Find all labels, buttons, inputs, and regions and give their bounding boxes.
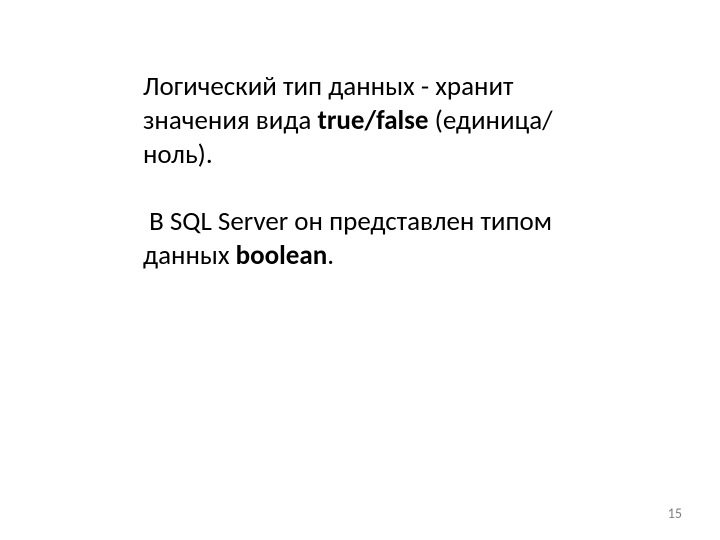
paragraph-2: В SQL Server он представлен типом данных… [143,205,603,273]
slide-body: Логический тип данных - хранит значения … [143,70,603,273]
page-number: 15 [668,505,682,522]
p2-text-bold: boolean [236,239,328,272]
p2-text-pre: В SQL Server он представлен типом данных [143,205,552,272]
paragraph-1: Логический тип данных - хранит значения … [143,70,603,171]
p2-text-post: . [327,239,334,272]
p1-text-bold: true/false [317,104,428,137]
